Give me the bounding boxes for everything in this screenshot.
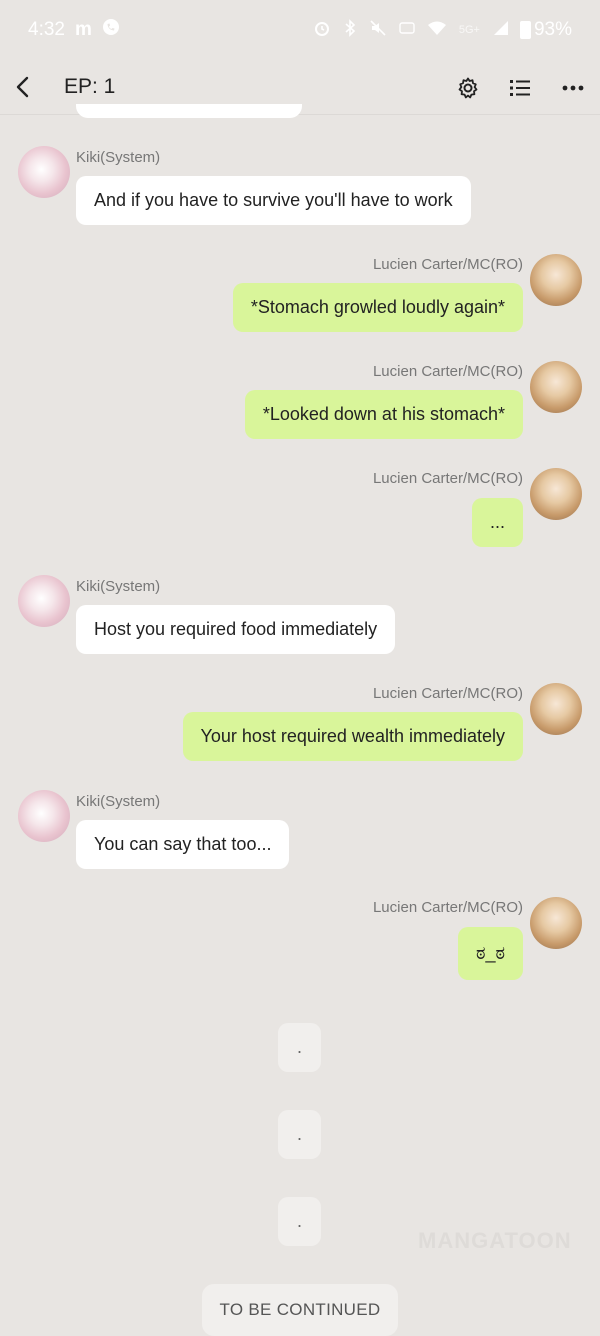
mangatoon-watermark: MANGATOON <box>418 1228 572 1253</box>
gear-icon <box>458 77 478 99</box>
sender-name: Lucien Carter/MC(RO) <box>372 685 523 702</box>
lucien-avatar[interactable] <box>530 254 582 306</box>
back-button[interactable] <box>8 72 38 102</box>
message-bubble: And if you have to survive you'll have t… <box>76 176 471 225</box>
sender-name: Lucien Carter/MC(RO) <box>372 256 523 273</box>
sender-name: Lucien Carter/MC(RO) <box>372 470 523 487</box>
lucien-avatar[interactable] <box>530 683 582 735</box>
more-options-button[interactable] <box>557 72 589 104</box>
separator-dot: . <box>278 1023 321 1072</box>
message-bubble: Your host required wealth immediately <box>182 712 523 761</box>
status-time: 4:32 <box>28 19 65 40</box>
lucien-avatar[interactable] <box>530 897 582 949</box>
kiki-avatar[interactable] <box>18 146 70 198</box>
more-horizontal-icon <box>562 85 584 91</box>
lucien-avatar[interactable] <box>530 361 582 413</box>
status-icons: 5G+ <box>313 19 510 41</box>
sender-name: Lucien Carter/MC(RO) <box>372 899 523 916</box>
kiki-avatar[interactable] <box>18 790 70 842</box>
battery-level: 93% <box>533 19 572 40</box>
to-be-continued-label: TO BE CONTINUED <box>202 1284 398 1336</box>
back-arrow-icon <box>16 76 29 98</box>
kiki-avatar[interactable] <box>18 575 70 627</box>
sender-name: Lucien Carter/MC(RO) <box>372 363 523 380</box>
separator-dot: . <box>278 1197 321 1246</box>
status-right: 5G+ 93% <box>313 19 572 41</box>
episode-list-button[interactable] <box>504 72 536 104</box>
message-bubble: Host you required food immediately <box>76 605 396 654</box>
m-app-icon: m <box>74 19 92 40</box>
signal-icon <box>492 19 510 41</box>
message-bubble: *Looked down at his stomach* <box>244 390 523 439</box>
page-title: EP: 1 <box>64 75 116 98</box>
battery-icon <box>519 21 531 39</box>
sender-name: Kiki(System) <box>76 578 161 595</box>
5g-icon: 5G+ <box>458 24 480 36</box>
status-bar: 4:32 m 5G+ 93% <box>0 0 600 60</box>
volte-icon <box>399 20 415 40</box>
list-icon <box>510 80 530 96</box>
status-left: 4:32 m <box>28 18 120 42</box>
previous-message-bubble-edge <box>76 104 302 118</box>
mute-icon <box>369 19 387 41</box>
battery: 93% <box>519 19 572 41</box>
bluetooth-icon <box>343 19 357 41</box>
message-bubble: ಠ_ಠ <box>457 927 523 980</box>
phone-call-icon <box>102 18 120 42</box>
wifi-icon <box>427 20 447 40</box>
settings-button[interactable] <box>452 72 484 104</box>
sender-name: Kiki(System) <box>76 149 161 166</box>
separator-dot: . <box>278 1110 321 1159</box>
sender-name: Kiki(System) <box>76 793 161 810</box>
alarm-icon <box>313 19 331 41</box>
message-bubble: You can say that too... <box>76 820 290 869</box>
lucien-avatar[interactable] <box>530 468 582 520</box>
message-bubble: *Stomach growled loudly again* <box>232 283 523 332</box>
message-bubble: ... <box>471 498 523 547</box>
